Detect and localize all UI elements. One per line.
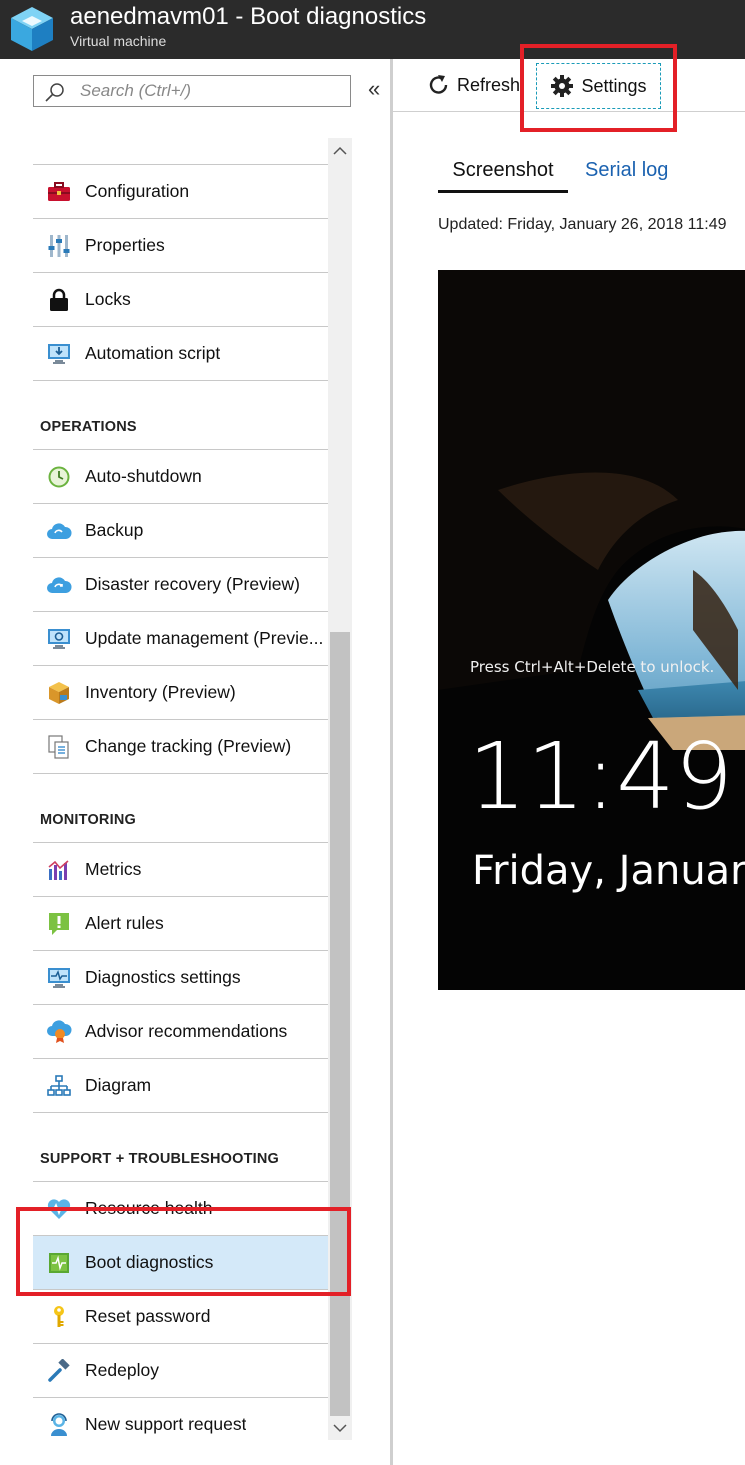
resource-type-subtitle: Virtual machine bbox=[70, 33, 167, 49]
menu-item-label: Diagnostics settings bbox=[85, 967, 241, 987]
menu-item-change-tracking[interactable]: Change tracking (Preview) bbox=[33, 720, 328, 774]
sliders-icon bbox=[48, 234, 70, 257]
documents-icon bbox=[48, 734, 69, 759]
menu-item-disaster-recovery[interactable]: Disaster recovery (Preview) bbox=[33, 558, 328, 612]
menu-item-automation-script[interactable]: Automation script bbox=[33, 327, 328, 381]
resource-menu-pane: « Configuration bbox=[0, 59, 390, 1465]
menu-item-label: New support request bbox=[85, 1414, 247, 1434]
scroll-up-arrow-icon[interactable] bbox=[328, 138, 352, 162]
section-header-monitoring: MONITORING bbox=[33, 774, 328, 843]
settings-label: Settings bbox=[581, 75, 647, 96]
lock-screen-date: Friday, January bbox=[472, 848, 745, 894]
gear-icon bbox=[551, 75, 574, 97]
menu-item-boot-diagnostics[interactable]: Boot diagnostics bbox=[33, 1236, 328, 1290]
lock-screen-image: Press Ctrl+Alt+Delete to unlock. 11:49 F… bbox=[438, 270, 745, 990]
menu-item-label: Update management (Previe... bbox=[85, 628, 324, 648]
menu-item-properties[interactable]: Properties bbox=[33, 219, 328, 273]
tab-strip: Screenshot Serial log bbox=[438, 155, 745, 193]
menu-item-label: Inventory (Preview) bbox=[85, 682, 236, 702]
alert-icon bbox=[49, 912, 69, 935]
lock-icon bbox=[50, 288, 68, 311]
menu-item-label: Properties bbox=[85, 235, 165, 255]
menu-scroll-area: Configuration Properties Locks Automatio… bbox=[33, 138, 328, 1440]
search-input[interactable] bbox=[80, 80, 340, 102]
menu-item-redeploy[interactable]: Redeploy bbox=[33, 1344, 328, 1398]
section-header-support: SUPPORT + TROUBLESHOOTING bbox=[33, 1113, 328, 1182]
tab-screenshot[interactable]: Screenshot bbox=[438, 155, 568, 193]
cloud-recovery-icon bbox=[47, 576, 72, 593]
menu-list: Configuration Properties Locks Automatio… bbox=[33, 138, 328, 1440]
bar-chart-icon bbox=[48, 859, 69, 880]
heart-pulse-icon bbox=[47, 1198, 71, 1219]
boot-diagnostics-blade: Refresh Settings Screenshot Serial log U… bbox=[393, 59, 745, 1465]
menu-item-advisor-recommendations[interactable]: Advisor recommendations bbox=[33, 1005, 328, 1059]
advisor-cloud-icon bbox=[47, 1019, 72, 1043]
refresh-label: Refresh bbox=[457, 74, 521, 95]
menu-item-label: Auto-shutdown bbox=[85, 466, 202, 486]
hammer-icon bbox=[48, 1358, 70, 1382]
menu-item-label: Change tracking (Preview) bbox=[85, 736, 292, 756]
menu-item-label: Diagram bbox=[85, 1075, 152, 1095]
menu-item-inventory[interactable]: Inventory (Preview) bbox=[33, 666, 328, 720]
menu-item-label: Advisor recommendations bbox=[85, 1021, 288, 1041]
menu-item-label: Boot diagnostics bbox=[85, 1252, 214, 1272]
boot-diagnostics-icon bbox=[49, 1252, 69, 1273]
menu-item-metrics[interactable]: Metrics bbox=[33, 843, 328, 897]
menu-item-reset-password[interactable]: Reset password bbox=[33, 1290, 328, 1344]
support-person-icon bbox=[51, 1412, 67, 1436]
key-icon bbox=[54, 1305, 64, 1327]
menu-item-label: Automation script bbox=[85, 343, 221, 363]
menu-item-label: Backup bbox=[85, 520, 144, 540]
toolbox-icon bbox=[48, 181, 70, 201]
menu-item-label: Configuration bbox=[85, 181, 190, 201]
menu-item-label: Locks bbox=[85, 289, 131, 309]
cloud-backup-icon bbox=[47, 522, 72, 539]
updated-timestamp: Updated: Friday, January 26, 2018 11:49 bbox=[438, 216, 727, 233]
update-monitor-icon bbox=[48, 628, 70, 649]
menu-item-configuration[interactable]: Configuration bbox=[33, 165, 328, 219]
refresh-button[interactable]: Refresh bbox=[427, 69, 520, 101]
search-icon bbox=[45, 83, 64, 102]
menu-item-partial[interactable] bbox=[33, 138, 328, 165]
section-header-operations: OPERATIONS bbox=[33, 381, 328, 450]
menu-item-locks[interactable]: Locks bbox=[33, 273, 328, 327]
menu-item-label: Alert rules bbox=[85, 913, 164, 933]
menu-item-label: Reset password bbox=[85, 1306, 211, 1326]
settings-button[interactable]: Settings bbox=[536, 63, 661, 109]
boot-screenshot-image: Press Ctrl+Alt+Delete to unlock. 11:49 F… bbox=[438, 270, 745, 990]
menu-scrollbar[interactable] bbox=[328, 138, 352, 1440]
menu-item-alert-rules[interactable]: Alert rules bbox=[33, 897, 328, 951]
app-header: aenedmavm01 - Boot diagnostics Virtual m… bbox=[0, 0, 745, 59]
command-bar: Refresh Settings bbox=[393, 59, 745, 112]
menu-item-update-management[interactable]: Update management (Previe... bbox=[33, 612, 328, 666]
scrollbar-thumb[interactable] bbox=[330, 632, 350, 1416]
menu-item-label: Disaster recovery (Preview) bbox=[85, 574, 300, 594]
pulse-monitor-icon bbox=[48, 967, 70, 988]
partial-icon bbox=[33, 138, 85, 165]
boxes-icon bbox=[49, 681, 69, 704]
menu-item-label: Redeploy bbox=[85, 1360, 159, 1380]
menu-item-resource-health[interactable]: Resource health bbox=[33, 1182, 328, 1236]
menu-item-label: Resource health bbox=[85, 1198, 213, 1218]
tab-serial-log[interactable]: Serial log bbox=[585, 155, 668, 193]
search-box[interactable] bbox=[33, 75, 351, 107]
hierarchy-icon bbox=[47, 1074, 71, 1096]
lock-screen-time: 11:49 bbox=[468, 723, 733, 830]
menu-item-auto-shutdown[interactable]: Auto-shutdown bbox=[33, 450, 328, 504]
unlock-instruction: Press Ctrl+Alt+Delete to unlock. bbox=[470, 658, 714, 676]
scroll-down-arrow-icon[interactable] bbox=[328, 1416, 352, 1440]
menu-item-backup[interactable]: Backup bbox=[33, 504, 328, 558]
collapse-menu-icon[interactable]: « bbox=[368, 77, 380, 101]
menu-item-new-support-request[interactable]: New support request bbox=[33, 1398, 328, 1440]
download-monitor-icon bbox=[48, 343, 70, 364]
menu-item-diagram[interactable]: Diagram bbox=[33, 1059, 328, 1113]
page-title: aenedmavm01 - Boot diagnostics bbox=[70, 3, 427, 30]
virtual-machine-icon bbox=[11, 7, 53, 51]
menu-item-label: Metrics bbox=[85, 859, 142, 879]
clock-icon bbox=[48, 466, 70, 487]
refresh-icon bbox=[429, 75, 448, 94]
menu-item-diagnostics-settings[interactable]: Diagnostics settings bbox=[33, 951, 328, 1005]
